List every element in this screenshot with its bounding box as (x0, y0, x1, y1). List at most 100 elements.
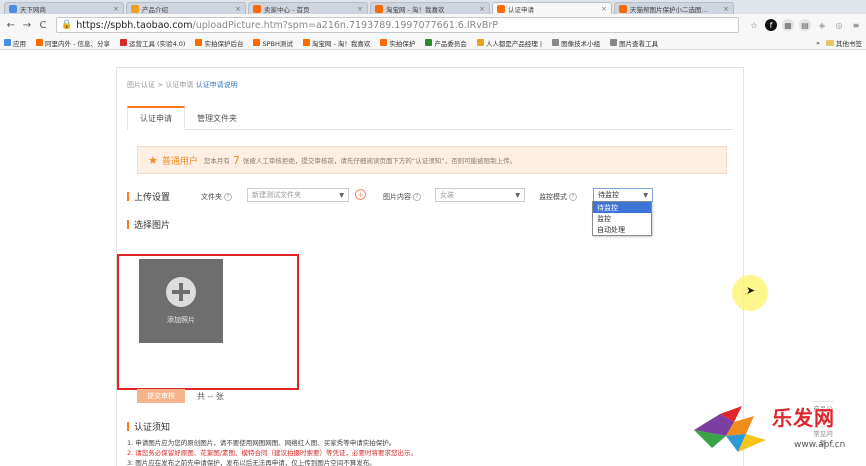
monitor-select[interactable]: 待监控 ▼ (593, 188, 653, 202)
forward-arrow-icon[interactable]: → (20, 18, 34, 32)
bookmark-item[interactable]: SPBH测试 (253, 38, 293, 48)
watermark-brand: 乐发网 (772, 406, 835, 430)
bookmark-label: 图像技术小组 (561, 39, 601, 48)
star-icon: ★ (148, 153, 158, 167)
bookmark-label: 应用 (13, 39, 26, 48)
lock-icon: 🔒 (61, 20, 73, 30)
bookmark-item[interactable]: 实拍保护 (380, 38, 415, 48)
tab-close-icon[interactable]: × (110, 5, 119, 13)
plus-icon (166, 277, 196, 307)
browser-toolbar: ← → C 🔒 https://spbh.taobao.com/uploadPi… (0, 14, 866, 36)
extension-translate-icon[interactable]: ▤ (799, 19, 811, 31)
monitor-dropdown: 待监控 监控 自动处理 (592, 201, 652, 236)
extension-shield-icon[interactable]: ◈ (816, 19, 828, 31)
rules-title: 认证须知 (127, 420, 170, 433)
bookmark-favicon-icon (302, 39, 310, 46)
tab-close-icon[interactable]: × (476, 5, 485, 13)
bookmark-item[interactable]: 实拍保护后台 (195, 38, 243, 48)
tab-title: 卖家中心 - 首页 (264, 5, 310, 14)
tab-favicon-icon (131, 4, 139, 13)
tab-title: 天下网商 (20, 5, 46, 14)
tab-close-icon[interactable]: × (232, 5, 241, 13)
folder-label: 文件夹? (201, 192, 232, 202)
bookmark-favicon-icon (36, 39, 43, 46)
bookmark-favicon-icon (552, 39, 560, 46)
add-photo-label: 添加照片 (167, 316, 195, 324)
caret-down-icon: ▼ (339, 191, 344, 199)
upload-settings-title: 上传设置 (127, 190, 170, 203)
extension-ring-icon[interactable]: ◎ (833, 19, 845, 31)
bookmark-item[interactable]: 阿里内外 - 信息、分享 (36, 38, 110, 48)
add-folder-icon[interactable]: + (355, 189, 366, 200)
bookmark-label: 运营工具 (实验4.0) (128, 39, 186, 48)
browser-tab[interactable]: 淘宝网 - 淘！我喜欢 × (370, 2, 490, 14)
bookmark-favicon-icon (610, 39, 618, 46)
extension-grid-icon[interactable]: ▦ (782, 19, 794, 31)
image-count: 共 -- 张 (197, 392, 224, 401)
browser-tab[interactable]: 认证申请 × (492, 2, 612, 14)
bookmark-item[interactable]: 淘宝网 - 淘！我喜欢 (302, 38, 371, 48)
bookmark-label: 人人都是产品经理 | (485, 39, 543, 48)
breadcrumb: 图片认证 > 认证申请 认证申请说明 (127, 81, 238, 89)
monitor-option[interactable]: 待监控 (593, 202, 651, 213)
tab-close-icon[interactable]: × (354, 5, 363, 13)
breadcrumb-root[interactable]: 图片认证 (127, 81, 155, 89)
url-path: /uploadPicture.htm?spm=a216n.7193789.199… (192, 19, 499, 31)
breadcrumb-current[interactable]: 认证申请说明 (196, 81, 238, 89)
address-bar[interactable]: 🔒 https://spbh.taobao.com/uploadPicture.… (56, 17, 739, 33)
monitor-option[interactable]: 监控 (593, 213, 651, 224)
monitor-label: 监控模式? (539, 192, 577, 202)
browser-tab[interactable]: 产品介绍 × (126, 2, 246, 14)
bookmark-item[interactable]: 图像技术小组 (552, 38, 600, 48)
breadcrumb-mid[interactable]: 认证申请 (165, 81, 193, 89)
browser-tab[interactable]: 卖家中心 - 首页 × (248, 2, 368, 14)
bookmark-item[interactable]: 图片查看工具 (610, 38, 658, 48)
bookmarks-bar: 应用 阿里内外 - 信息、分享 运营工具 (实验4.0) 实拍保护后台 SPBH测试 淘宝… (0, 36, 866, 50)
tab-favicon-icon (9, 4, 17, 13)
reload-icon[interactable]: C (36, 18, 50, 32)
tab-favicon-icon (497, 4, 505, 13)
watermark-bird-icon (694, 406, 766, 452)
folder-select[interactable]: 新建测试文件夹 ▼ (247, 188, 349, 202)
bookmark-item[interactable]: 人人都是产品经理 | (476, 38, 543, 48)
tab-title: 认证申请 (508, 5, 534, 14)
url-host: https://spbh.taobao.com (76, 19, 193, 31)
back-arrow-icon[interactable]: ← (4, 18, 18, 32)
tab-favicon-icon (619, 4, 627, 13)
browser-tab[interactable]: 天猫帮图片保护小二选图… × (614, 2, 734, 14)
extension-f-icon[interactable]: f (765, 19, 777, 31)
bookmark-favicon-icon (476, 39, 484, 46)
submit-review-button[interactable]: 提交审核 (137, 389, 185, 403)
help-icon[interactable]: ? (569, 193, 577, 201)
rule-line: 1. 申请图片应为您的原创图片，请不要使用网图网图、网络红人图、买家秀等申请实拍… (127, 439, 396, 447)
bookmark-item[interactable]: 应用 (4, 38, 26, 48)
help-icon[interactable]: ? (413, 193, 421, 201)
add-photo-button[interactable]: 添加照片 (139, 259, 223, 343)
other-bookmarks[interactable]: 其他书签 (836, 38, 862, 48)
watermark-url: www.apf.cn (794, 440, 846, 450)
bookmark-star-icon[interactable]: ☆ (748, 19, 760, 31)
browser-tab-strip: 天下网商 × 产品介绍 × 卖家中心 - 首页 × 淘宝网 - 淘！我喜欢 × 认证申请 × 天猫帮… (0, 0, 866, 14)
bookmark-favicon-icon (4, 39, 11, 46)
caret-down-icon: ▼ (515, 191, 520, 199)
help-icon[interactable]: ? (224, 193, 232, 201)
bookmark-label: SPBH测试 (262, 39, 293, 48)
bookmark-item[interactable]: 运营工具 (实验4.0) (119, 38, 186, 48)
bookmark-label: 产品委员会 (434, 39, 467, 48)
rule-line: 2. 请您务必保留好原图、花絮图/素图、模特合同（建议拍摄时索要）等凭证，必要时… (127, 449, 417, 457)
tab-favicon-icon (375, 4, 383, 13)
content-select[interactable]: 女装 ▼ (435, 188, 525, 202)
tab-close-icon[interactable]: × (720, 5, 729, 13)
tab-manage-folders[interactable]: 管理文件夹 (185, 106, 249, 130)
tab-apply[interactable]: 认证申请 (127, 106, 185, 130)
user-notice: ★ 普通用户 您本月有 7 张被人工审核拒绝，提交审核前，请先仔细阅读页面下方的… (137, 146, 727, 174)
select-images-title: 选择图片 (127, 218, 170, 231)
bookmark-label: 淘宝网 - 淘！我喜欢 (311, 39, 371, 48)
tab-close-icon[interactable]: × (598, 5, 607, 13)
menu-icon[interactable]: ≡ (850, 19, 862, 31)
tab-title: 天猫帮图片保护小二选图… (630, 5, 708, 14)
bookmark-item[interactable]: 产品委员会 (425, 38, 467, 48)
monitor-option[interactable]: 自动处理 (593, 224, 651, 235)
bookmarks-more-icon[interactable]: » (816, 39, 820, 47)
browser-tab[interactable]: 天下网商 × (4, 2, 124, 14)
